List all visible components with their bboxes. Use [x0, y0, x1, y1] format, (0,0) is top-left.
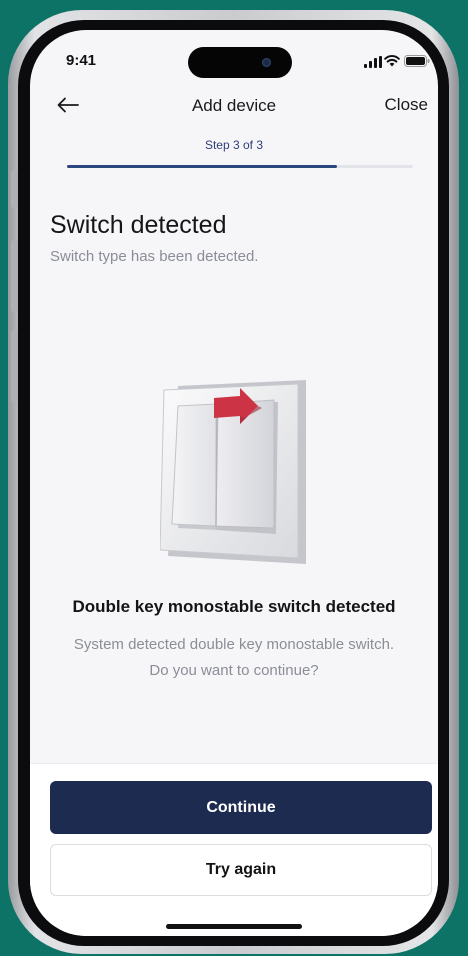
close-button[interactable]: Close — [385, 95, 428, 115]
navigation-bar: Add device Close — [30, 90, 438, 124]
wifi-icon — [384, 55, 400, 67]
switch-illustration — [160, 380, 306, 564]
try-again-button[interactable]: Try again — [50, 844, 432, 896]
progress-bar — [67, 165, 413, 168]
action-panel: Continue Try again — [30, 763, 438, 936]
progress-fill — [67, 165, 337, 168]
detection-title: Double key monostable switch detected — [72, 597, 396, 616]
detection-description: System detected double key monostable sw… — [73, 636, 395, 679]
continue-button[interactable]: Continue — [50, 781, 432, 834]
signal-icon — [364, 56, 382, 68]
section-heading: Switch detected — [50, 211, 227, 239]
page-title: Add device — [191, 96, 277, 115]
dynamic-island — [188, 47, 292, 78]
section-subheading: Switch type has been detected. — [50, 248, 259, 265]
step-indicator: Step 3 of 3 — [204, 138, 264, 152]
status-time: 9:41 — [66, 52, 97, 69]
status-bar: 9:41 — [30, 30, 438, 90]
camera-icon — [262, 58, 271, 67]
phone-screen: 9:41 Add device Close Step 3 of 3 Switch… — [30, 30, 438, 936]
home-indicator[interactable] — [166, 924, 302, 929]
battery-icon — [404, 55, 430, 67]
